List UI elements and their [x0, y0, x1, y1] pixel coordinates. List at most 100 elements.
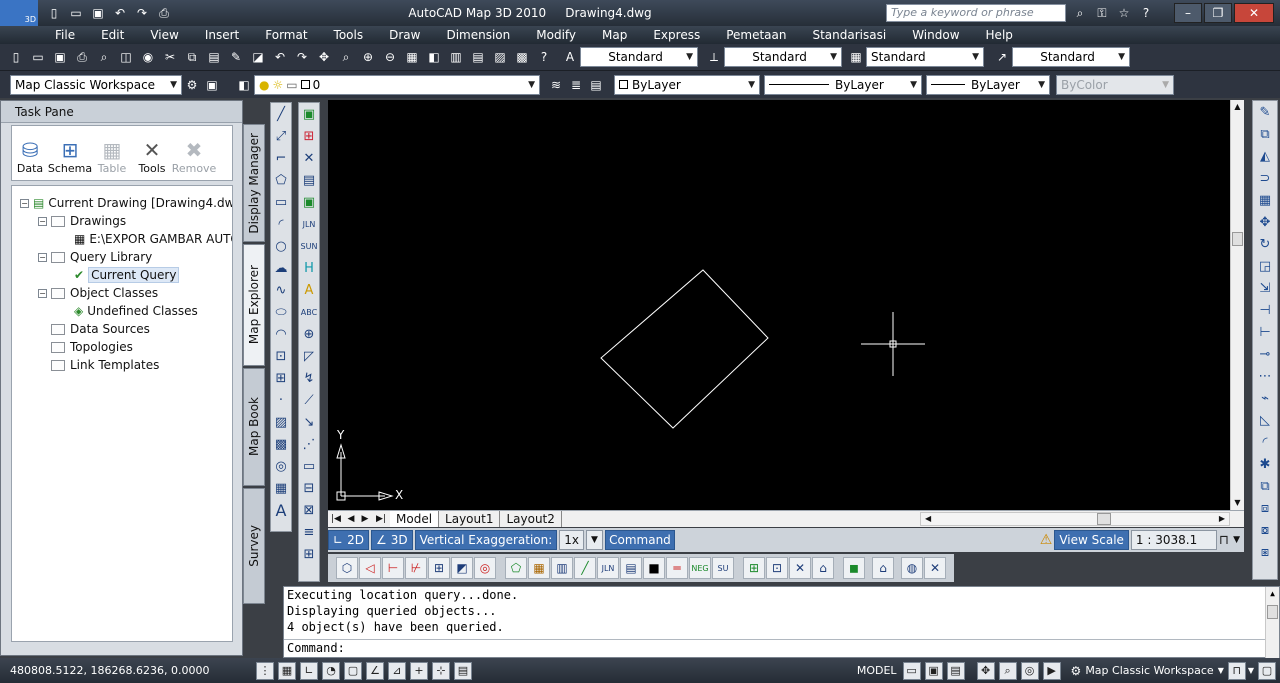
lock-status-icon[interactable]: ⊓ [1219, 533, 1229, 548]
menu-draw[interactable]: Draw [376, 28, 433, 42]
make-block-icon[interactable]: ⊞ [271, 367, 291, 389]
binoculars-icon[interactable]: ⌕ [1070, 3, 1090, 23]
workspace-status[interactable]: Map Classic Workspace [1081, 664, 1217, 677]
map-row-tool-20-icon[interactable]: ✕ [789, 557, 811, 579]
point-icon[interactable]: · [271, 389, 291, 411]
map-tool-17-icon[interactable]: ▭ [299, 455, 319, 477]
collapse-icon[interactable]: − [38, 288, 47, 298]
map-row-tool-10-icon[interactable]: ▥ [551, 557, 573, 579]
map-sun-icon[interactable]: SUN [299, 235, 319, 257]
spline-icon[interactable]: ∿ [271, 279, 291, 301]
scroll-left-arrow[interactable]: ◀ [925, 513, 931, 525]
warning-icon[interactable]: ⚠ [1040, 532, 1053, 548]
collapse-icon[interactable]: − [20, 198, 29, 208]
command-input[interactable]: Command: [284, 639, 1266, 657]
star-icon[interactable]: ☆ [1114, 3, 1134, 23]
map-row-globe-icon[interactable]: ◍ [901, 557, 923, 579]
map-row-tool-21-icon[interactable]: ⌂ [812, 557, 834, 579]
fillet-icon[interactable]: ◜ [1253, 431, 1277, 453]
publish-icon[interactable]: ◫ [116, 47, 136, 67]
construction-line-icon[interactable]: ⤢ [271, 125, 291, 147]
extend-icon[interactable]: ⊢ [1253, 321, 1277, 343]
lweight-icon[interactable]: ⊹ [432, 661, 450, 680]
menu-insert[interactable]: Insert [192, 28, 252, 42]
showmotion-icon[interactable]: ▶ [1042, 661, 1061, 680]
collapse-icon[interactable]: − [38, 252, 47, 262]
print-icon[interactable]: ⎙ [72, 47, 92, 67]
polar-icon[interactable]: ◔ [322, 661, 340, 680]
map-tool-21-icon[interactable]: ⊞ [299, 543, 319, 565]
menu-modify[interactable]: Modify [523, 28, 589, 42]
tree-node-current-drawing[interactable]: − ▤ Current Drawing [Drawing4.dwg] [20, 194, 232, 212]
map-tool-1-icon[interactable]: ▣ [299, 103, 319, 125]
tree-node-current-query[interactable]: ✔ Current Query [74, 266, 180, 284]
layer-previous-icon[interactable]: ≣ [566, 75, 586, 95]
map-tool-2-icon[interactable]: ⊞ [299, 125, 319, 147]
zoom-status-icon[interactable]: ⌕ [998, 661, 1017, 680]
map-tool-16-icon[interactable]: ⋰ [299, 433, 319, 455]
layer-combo[interactable]: ● ☼ ▭ 0 ▼ [254, 74, 540, 95]
osnap-icon[interactable]: ▢ [344, 661, 362, 680]
paste-icon[interactable]: ▤ [204, 47, 224, 67]
open-file-icon[interactable]: ▭ [28, 47, 48, 67]
last-tab-arrow[interactable]: ▶| [372, 514, 390, 524]
map-tool-3-icon[interactable]: ✕ [299, 147, 319, 169]
toolbar-lock-icon[interactable]: ⊓ [1227, 661, 1246, 680]
otrack-icon[interactable]: ∠ [366, 661, 384, 680]
dim-style-combo[interactable]: Standard ▼ [724, 47, 842, 67]
map-row-tool-7-icon[interactable]: ◎ [474, 557, 496, 579]
key-icon[interactable]: ⚿ [1092, 3, 1112, 23]
app-menu-button[interactable]: 3D [0, 0, 38, 26]
make-current-icon[interactable]: ≋ [546, 75, 566, 95]
text-style-combo[interactable]: Standard ▼ [580, 47, 698, 67]
map-h-icon[interactable]: H [299, 257, 319, 279]
map-row-tool-11-icon[interactable]: ╱ [574, 557, 596, 579]
map-abc-icon[interactable]: ABC [299, 301, 319, 323]
zoom-window-icon[interactable]: ⊕ [358, 47, 378, 67]
map-row-tool-3-icon[interactable]: ⊢ [382, 557, 404, 579]
menu-tools[interactable]: Tools [321, 28, 377, 42]
zoom-realtime-icon[interactable]: ⌕ [336, 47, 356, 67]
map-tool-5-icon[interactable]: ▣ [299, 191, 319, 213]
layer-properties-icon[interactable]: ◧ [234, 75, 254, 95]
table-style-combo[interactable]: Standard ▼ [866, 47, 984, 67]
properties-icon[interactable]: ▦ [402, 47, 422, 67]
map-a-icon[interactable]: A [299, 279, 319, 301]
tree-node-link-templates[interactable]: Link Templates [51, 356, 159, 374]
block-editor-icon[interactable]: ◪ [248, 47, 268, 67]
erase-icon[interactable]: ✎ [1253, 101, 1277, 123]
vertical-exaggeration-value[interactable]: 1x [559, 530, 585, 550]
pan-icon[interactable]: ✥ [314, 47, 334, 67]
scroll-up-arrow[interactable]: ▲ [1266, 587, 1279, 601]
menu-view[interactable]: View [137, 28, 191, 42]
circle-icon[interactable]: ○ [271, 235, 291, 257]
menu-dimension[interactable]: Dimension [433, 28, 523, 42]
view-scale-value[interactable]: 1 : 3038.1 [1130, 530, 1217, 550]
tab-display-manager[interactable]: Display Manager [243, 124, 265, 242]
search-input[interactable]: Type a keyword or phrase [886, 4, 1066, 22]
qnew-icon[interactable]: ▯ [6, 47, 26, 67]
rotate-icon[interactable]: ↻ [1253, 233, 1277, 255]
map-tool-15-icon[interactable]: ↘ [299, 411, 319, 433]
map-row-tool-19-icon[interactable]: ⊡ [766, 557, 788, 579]
menu-file[interactable]: File [42, 28, 88, 42]
command-scrollbar[interactable]: ▲ [1265, 587, 1279, 659]
linetype-combo[interactable]: ByLayer ▼ [764, 74, 922, 95]
tree-node-topologies[interactable]: Topologies [51, 338, 133, 356]
scroll-down-arrow[interactable]: ▼ [1231, 496, 1244, 510]
minimize-icon[interactable]: – [1174, 3, 1202, 23]
status-options-arrow[interactable]: ▼ [1248, 666, 1254, 675]
restore-icon[interactable]: ❐ [1204, 3, 1232, 23]
data-tool-button[interactable]: ⛁ Data [12, 126, 48, 180]
undo-icon[interactable]: ↶ [110, 3, 130, 23]
map-row-tool-18-icon[interactable]: ⊞ [743, 557, 765, 579]
map-jln-icon[interactable]: JLN [299, 213, 319, 235]
ellipse-icon[interactable]: ⬭ [271, 301, 291, 323]
lineweight-combo[interactable]: ByLayer ▼ [926, 74, 1050, 95]
explode-icon[interactable]: ✱ [1253, 453, 1277, 475]
canvas-vertical-scrollbar[interactable]: ▲ ▼ [1230, 100, 1244, 510]
command-button[interactable]: Command [604, 530, 675, 550]
multiline-text-icon[interactable]: A [271, 499, 291, 521]
map-tool-12-icon[interactable]: ◸ [299, 345, 319, 367]
canvas-horizontal-scrollbar[interactable]: ◀ ▶ [920, 512, 1230, 526]
